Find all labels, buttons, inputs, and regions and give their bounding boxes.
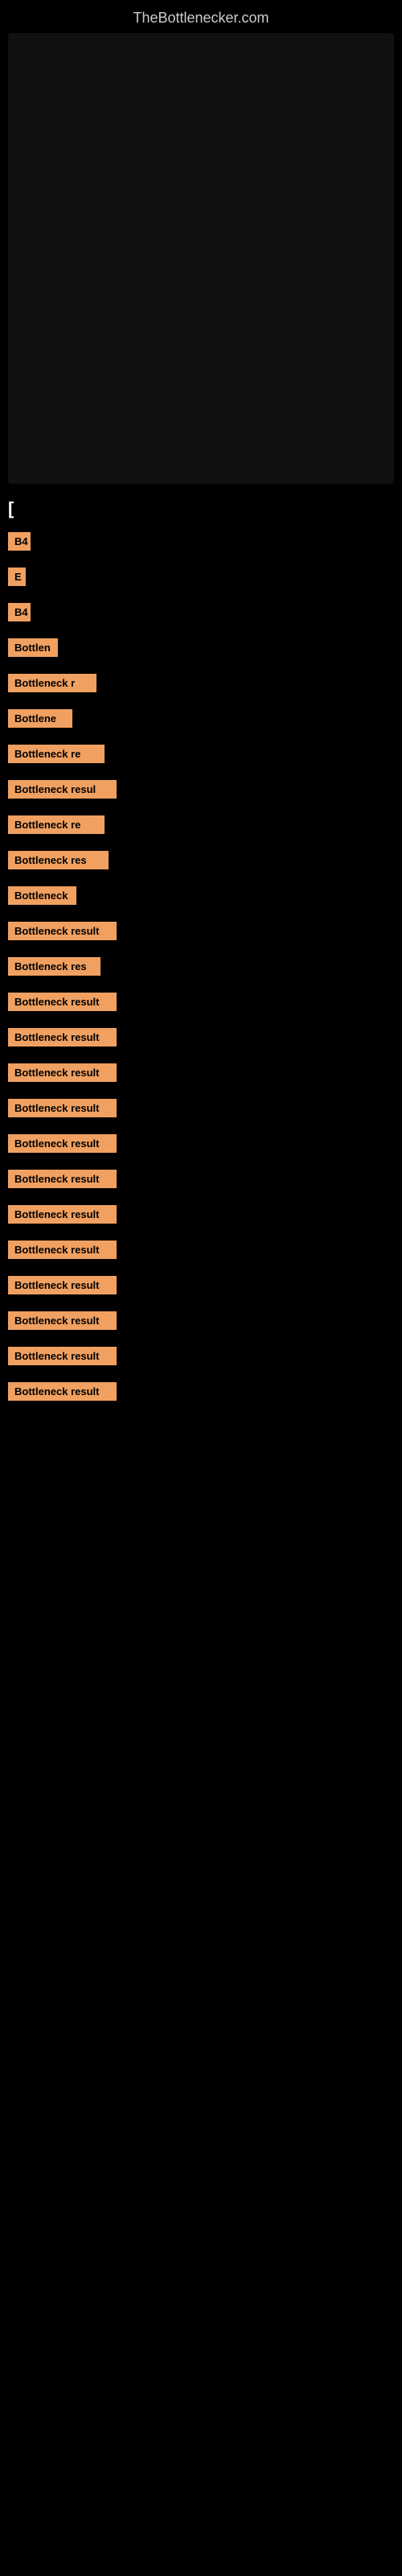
bottleneck-block-10: Bottleneck res (8, 851, 394, 875)
bottleneck-block-3: B4 (8, 603, 394, 627)
bottleneck-label[interactable]: Bottleneck r (8, 674, 96, 692)
bottleneck-block-19: Bottleneck result (8, 1170, 394, 1194)
bottleneck-block-15: Bottleneck result (8, 1028, 394, 1052)
bottleneck-label[interactable]: Bottleneck result (8, 1099, 117, 1117)
bottleneck-label[interactable]: Bottlene (8, 709, 72, 728)
bottleneck-block-4: Bottlen (8, 638, 394, 663)
chart-area (8, 33, 394, 484)
bottleneck-block-23: Bottleneck result (8, 1311, 394, 1335)
bottleneck-block-20: Bottleneck result (8, 1205, 394, 1229)
page-wrapper: TheBottlenecker.com [ B4 E B4 (0, 0, 402, 1442)
bottleneck-block-6: Bottlene (8, 709, 394, 733)
bottleneck-label[interactable]: Bottleneck res (8, 851, 109, 869)
bottleneck-label[interactable]: Bottleneck res (8, 957, 100, 976)
bottleneck-label[interactable]: Bottleneck result (8, 1382, 117, 1401)
bottleneck-label[interactable]: Bottleneck result (8, 922, 117, 940)
bottleneck-label[interactable]: Bottleneck result (8, 1134, 117, 1153)
bottleneck-label[interactable]: Bottleneck re (8, 815, 105, 834)
bottleneck-label[interactable]: Bottleneck result (8, 1205, 117, 1224)
bottleneck-label[interactable]: Bottleneck resul (8, 780, 117, 799)
main-content: [ B4 E B4 Bottlen (0, 484, 402, 1442)
chart-inner (8, 33, 394, 484)
bottleneck-label[interactable]: Bottlen (8, 638, 58, 657)
bottleneck-block-8: Bottleneck resul (8, 780, 394, 804)
bottleneck-block-18: Bottleneck result (8, 1134, 394, 1158)
bottleneck-block-12: Bottleneck result (8, 922, 394, 946)
bottleneck-block-16: Bottleneck result (8, 1063, 394, 1088)
bottleneck-block-25: Bottleneck result (8, 1382, 394, 1406)
bottleneck-block-11: Bottleneck (8, 886, 394, 910)
bottleneck-block-9: Bottleneck re (8, 815, 394, 840)
bottleneck-label[interactable]: Bottleneck result (8, 1347, 117, 1365)
bottleneck-block-5: Bottleneck r (8, 674, 394, 698)
section-header: [ (8, 498, 394, 519)
bottleneck-block-1: B4 (8, 532, 394, 556)
bottleneck-block-13: Bottleneck res (8, 957, 394, 981)
bottleneck-label[interactable]: Bottleneck result (8, 1028, 117, 1046)
bottleneck-label[interactable]: B4 (8, 532, 31, 551)
bottleneck-block-7: Bottleneck re (8, 745, 394, 769)
bottleneck-block-14: Bottleneck result (8, 993, 394, 1017)
bottleneck-label[interactable]: Bottleneck result (8, 1276, 117, 1294)
site-title: TheBottlenecker.com (0, 0, 402, 33)
bottleneck-block-2: E (8, 568, 394, 592)
bottleneck-label[interactable]: Bottleneck re (8, 745, 105, 763)
bottleneck-block-22: Bottleneck result (8, 1276, 394, 1300)
bottleneck-block-17: Bottleneck result (8, 1099, 394, 1123)
bottleneck-label[interactable]: Bottleneck (8, 886, 76, 905)
bottleneck-label[interactable]: B4 (8, 603, 31, 621)
bottleneck-label[interactable]: Bottleneck result (8, 1170, 117, 1188)
bottleneck-block-21: Bottleneck result (8, 1241, 394, 1265)
bottleneck-label[interactable]: Bottleneck result (8, 1241, 117, 1259)
bottleneck-label[interactable]: Bottleneck result (8, 993, 117, 1011)
bottleneck-label[interactable]: E (8, 568, 26, 586)
bottleneck-label[interactable]: Bottleneck result (8, 1063, 117, 1082)
bottleneck-label[interactable]: Bottleneck result (8, 1311, 117, 1330)
bottleneck-block-24: Bottleneck result (8, 1347, 394, 1371)
